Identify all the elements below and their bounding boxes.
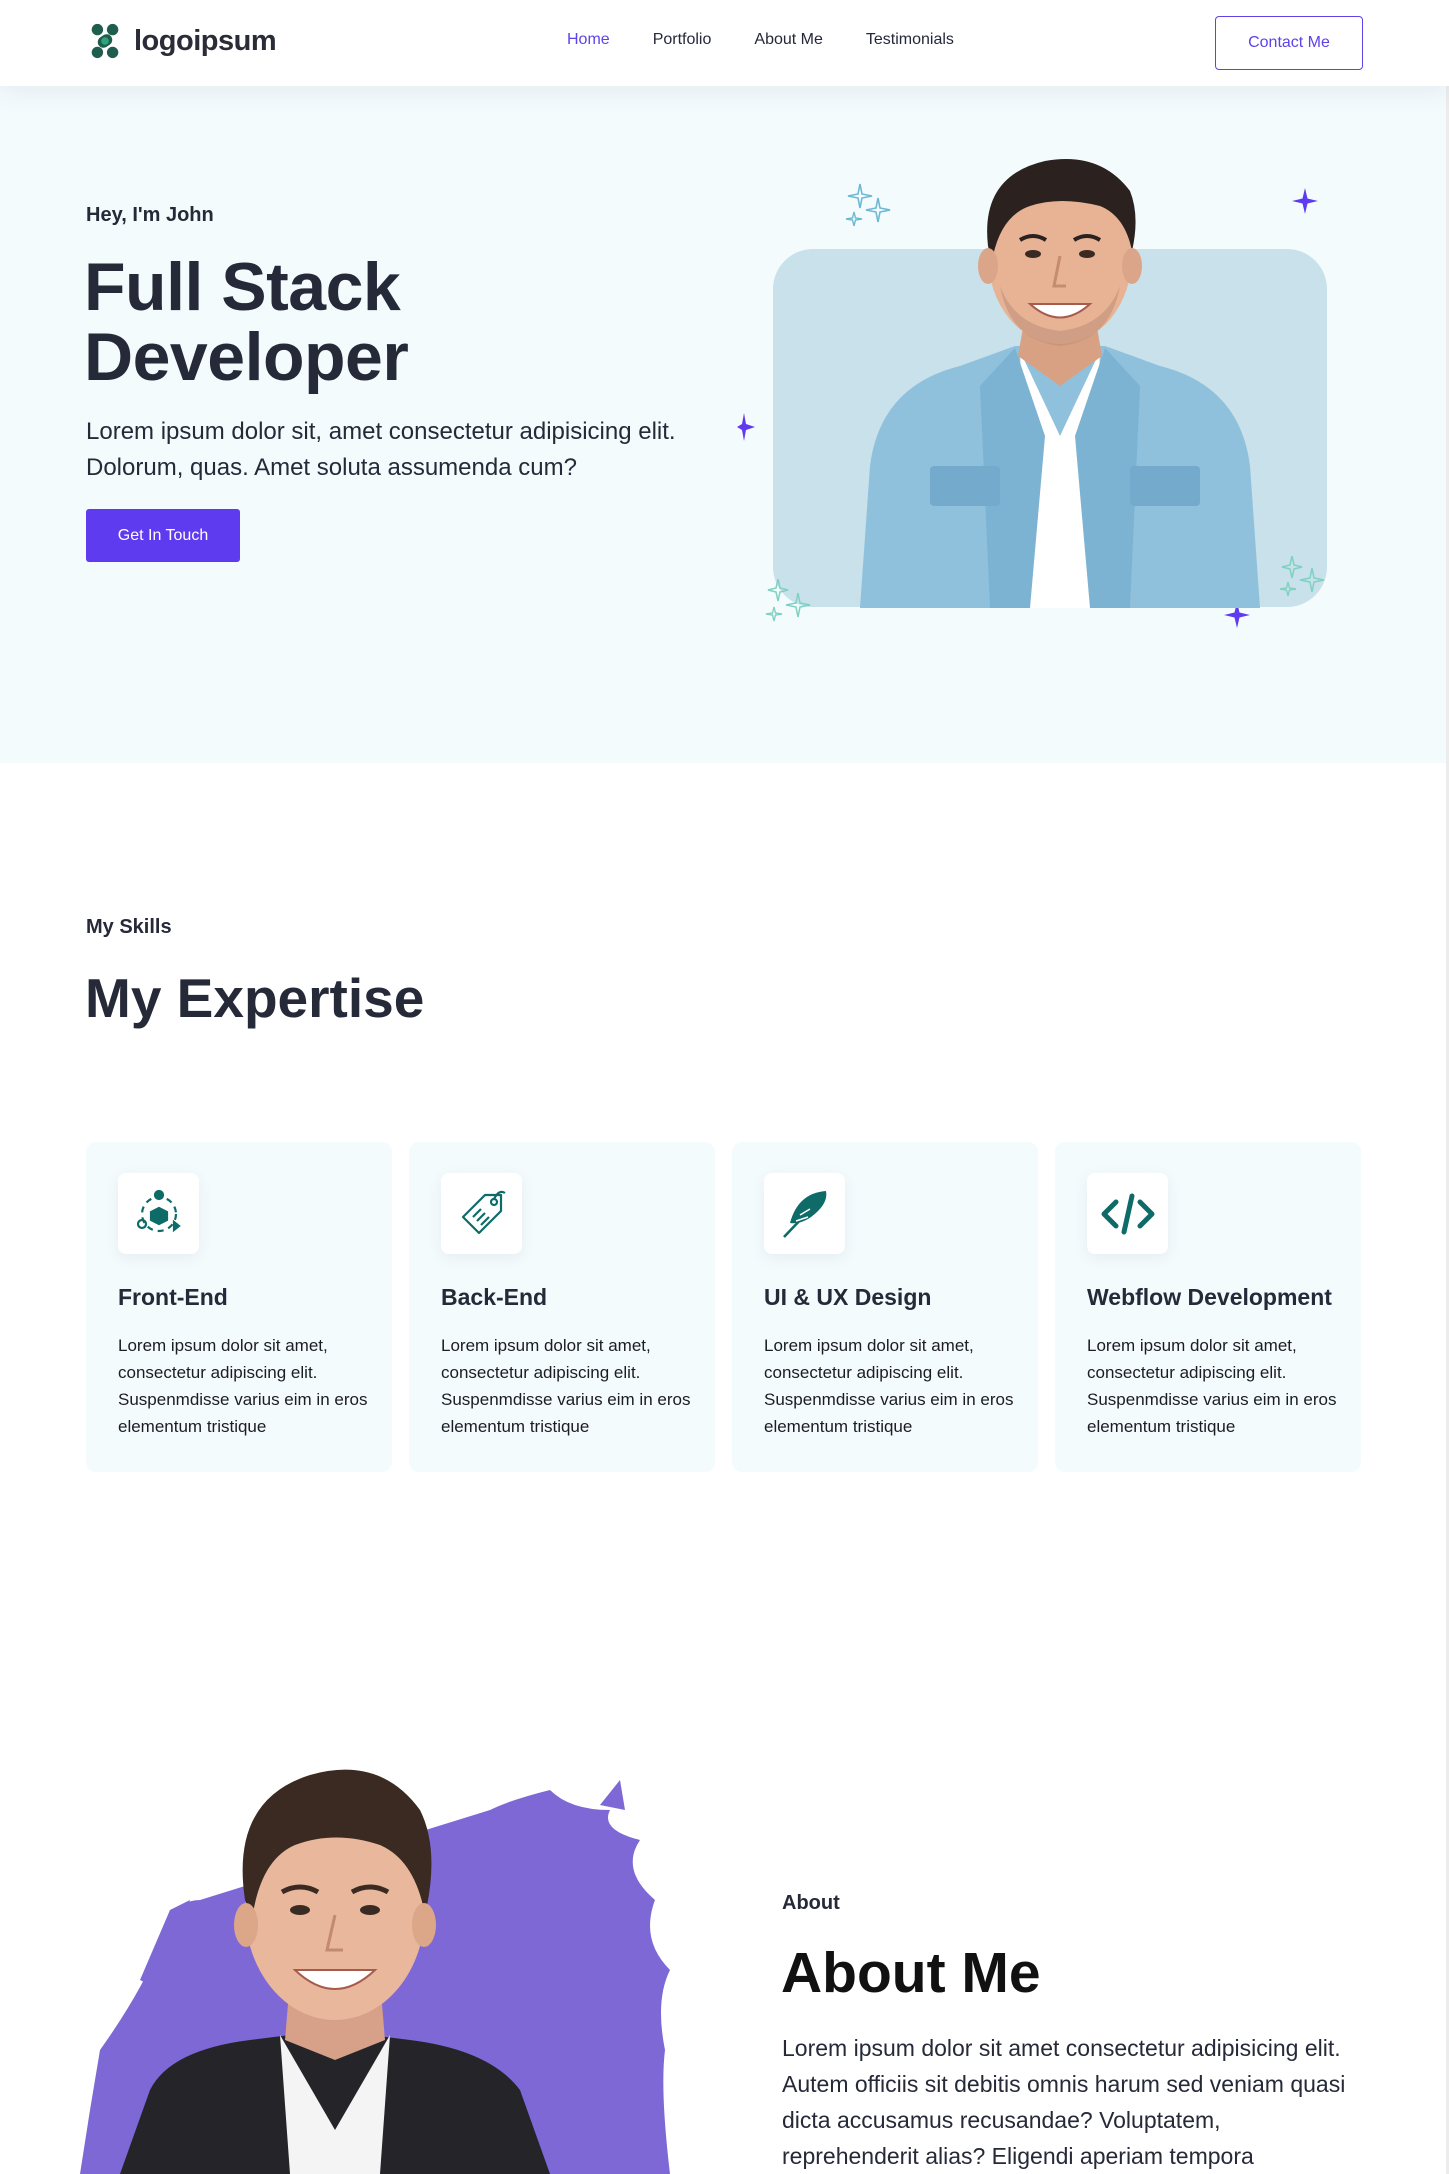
card-text: Lorem ipsum dolor sit amet, consectetur … xyxy=(441,1336,691,1436)
hero-kicker: Hey, I'm John xyxy=(86,204,214,226)
expertise-card-webflow[interactable]: Webflow Development Lorem ipsum dolor si… xyxy=(1055,1142,1361,1472)
get-in-touch-button[interactable]: Get In Touch xyxy=(86,509,240,562)
expertise-card-ui-ux[interactable]: UI & UX Design Lorem ipsum dolor sit ame… xyxy=(732,1142,1038,1472)
top-navbar: logoipsum Home Portfolio About Me Testim… xyxy=(0,0,1449,86)
logo-text: logoipsum xyxy=(134,24,277,57)
sparkle-left-icon xyxy=(737,413,755,441)
about-portrait-image xyxy=(80,1769,670,2174)
card-text: Lorem ipsum dolor sit amet, consectetur … xyxy=(1087,1336,1337,1436)
contact-me-button[interactable]: Contact Me xyxy=(1215,16,1363,70)
card-icon-container xyxy=(1087,1173,1168,1254)
card-icon-container xyxy=(118,1173,199,1254)
sparkle-cluster-bottom-icon xyxy=(765,579,811,622)
logo[interactable]: logoipsum xyxy=(86,22,277,60)
sparkle-icon xyxy=(1292,188,1318,214)
feather-icon xyxy=(782,1190,826,1238)
card-title: UI & UX Design xyxy=(764,1284,932,1310)
card-icon-container xyxy=(441,1173,522,1254)
expertise-card-frontend[interactable]: Front-End Lorem ipsum dolor sit amet, co… xyxy=(86,1142,392,1472)
card-title: Back-End xyxy=(441,1284,548,1310)
nav-link-testimonials[interactable]: Testimonials xyxy=(866,31,954,49)
logo-mark-icon xyxy=(91,23,119,59)
backend-tag-icon xyxy=(461,1190,506,1234)
code-icon xyxy=(1101,1193,1154,1234)
about-text: Lorem ipsum dolor sit amet consectetur a… xyxy=(782,2035,1346,2169)
hero-title: Full Stack Developer xyxy=(84,249,409,395)
frontend-icon xyxy=(136,1189,181,1232)
card-text: Lorem ipsum dolor sit amet, consectetur … xyxy=(764,1336,1014,1436)
nav-link-home[interactable]: Home xyxy=(567,31,610,49)
about-title: About Me xyxy=(781,1941,1041,2005)
card-title: Webflow Development xyxy=(1087,1284,1332,1310)
skills-title: My Expertise xyxy=(85,967,425,1029)
sparkle-cluster-right-icon xyxy=(1279,556,1325,597)
card-title: Front-End xyxy=(118,1284,228,1310)
card-text: Lorem ipsum dolor sit amet, consectetur … xyxy=(118,1336,368,1436)
nav-links: Home Portfolio About Me Testimonials xyxy=(567,31,954,49)
hero-portrait-image xyxy=(860,159,1260,608)
hero-section: Hey, I'm John Full Stack Developer Lorem… xyxy=(0,86,1449,763)
nav-link-about-me[interactable]: About Me xyxy=(754,31,822,49)
card-icon-container xyxy=(764,1173,845,1254)
skills-kicker: My Skills xyxy=(86,916,172,938)
hero-description: Lorem ipsum dolor sit, amet consectetur … xyxy=(86,418,676,481)
nav-link-portfolio[interactable]: Portfolio xyxy=(653,31,712,49)
expertise-cards: Front-End Lorem ipsum dolor sit amet, co… xyxy=(86,1142,1361,1472)
expertise-card-backend[interactable]: Back-End Lorem ipsum dolor sit amet, con… xyxy=(409,1142,715,1472)
about-kicker: About xyxy=(782,1892,840,1914)
